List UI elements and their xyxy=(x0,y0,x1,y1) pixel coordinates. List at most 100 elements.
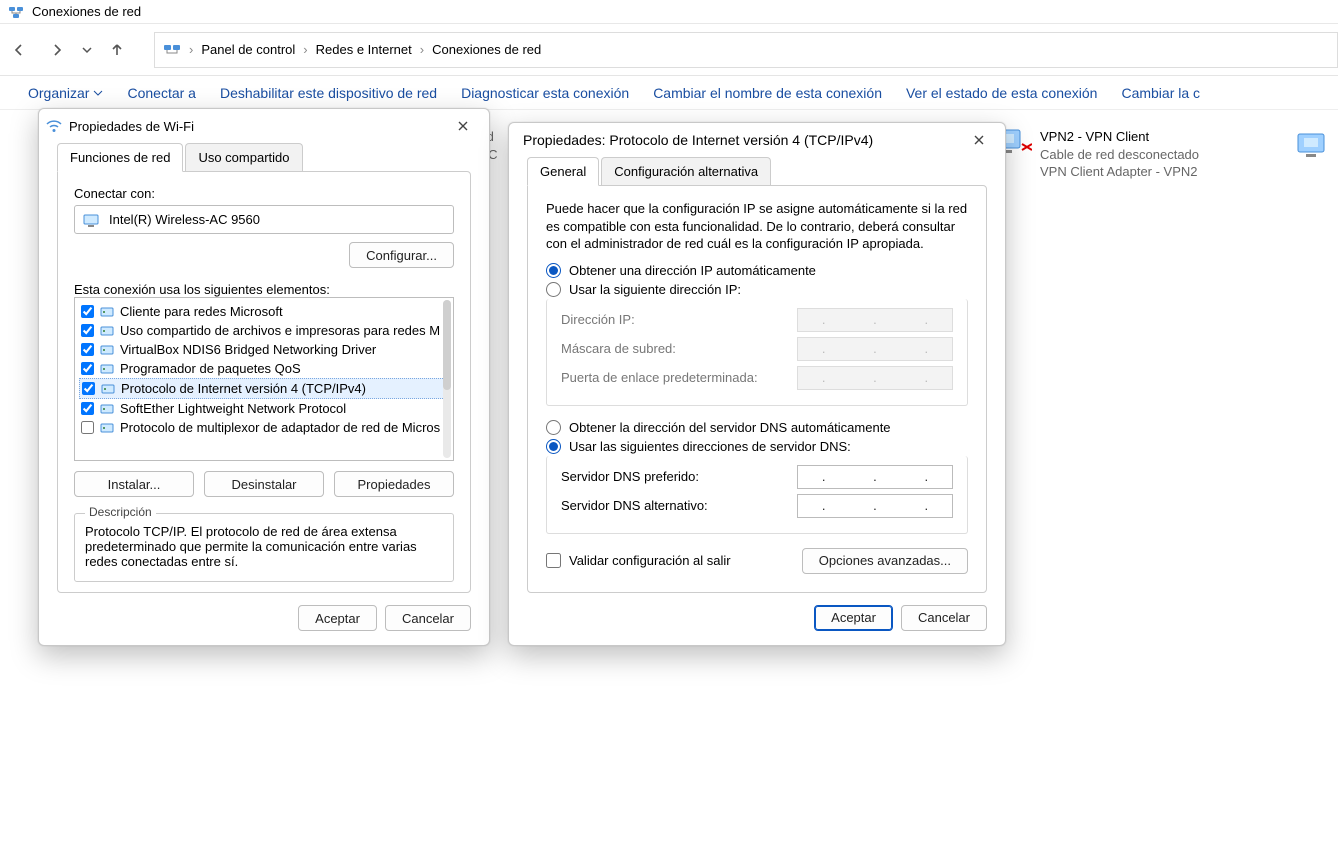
radio-dns-manual-input[interactable] xyxy=(546,439,561,454)
component-label: Protocolo de Internet versión 4 (TCP/IPv… xyxy=(121,381,366,396)
network-adapter-icon xyxy=(1296,132,1336,166)
connection-name: VPN2 - VPN Client xyxy=(1040,128,1199,146)
component-row[interactable]: VirtualBox NDIS6 Bridged Networking Driv… xyxy=(79,340,449,359)
wifi-properties-dialog: Propiedades de Wi-Fi Funciones de red Us… xyxy=(38,108,490,646)
protocol-icon xyxy=(101,382,115,396)
network-folder-icon xyxy=(8,4,24,20)
component-checkbox[interactable] xyxy=(81,305,94,318)
radio-ip-manual-input[interactable] xyxy=(546,282,561,297)
scrollbar[interactable] xyxy=(443,300,451,458)
cancel-button[interactable]: Cancelar xyxy=(385,605,471,631)
component-row[interactable]: Uso compartido de archivos e impresoras … xyxy=(79,321,449,340)
accept-button[interactable]: Aceptar xyxy=(298,605,377,631)
description-text: Protocolo TCP/IP. El protocolo de red de… xyxy=(85,524,443,569)
radio-ip-manual[interactable]: Usar la siguiente dirección IP: xyxy=(546,282,968,297)
component-row[interactable]: Programador de paquetes QoS xyxy=(79,359,449,378)
connection-device: VPN Client Adapter - VPN2 xyxy=(1040,163,1199,181)
configure-button[interactable]: Configurar... xyxy=(349,242,454,268)
checkbox-validate-input[interactable] xyxy=(546,553,561,568)
label-dns-preferred: Servidor DNS preferido: xyxy=(561,469,797,484)
breadcrumb-item[interactable]: Conexiones de red xyxy=(432,42,541,57)
breadcrumb-item[interactable]: Redes e Internet xyxy=(316,42,412,57)
component-row[interactable]: Cliente para redes Microsoft xyxy=(79,302,449,321)
advanced-button[interactable]: Opciones avanzadas... xyxy=(802,548,968,574)
input-dns-preferred[interactable]: ... xyxy=(797,465,953,489)
label-dns-alternate: Servidor DNS alternativo: xyxy=(561,498,797,513)
dialog-title: Propiedades: Protocolo de Internet versi… xyxy=(515,132,959,148)
wifi-icon xyxy=(45,117,63,135)
radio-ip-auto-input[interactable] xyxy=(546,263,561,278)
accept-button[interactable]: Aceptar xyxy=(814,605,893,631)
adapter-icon xyxy=(83,213,101,227)
adapter-box: Intel(R) Wireless-AC 9560 xyxy=(74,205,454,234)
window-title: Conexiones de red xyxy=(32,4,141,19)
component-row[interactable]: SoftEther Lightweight Network Protocol xyxy=(79,399,449,418)
radio-ip-auto[interactable]: Obtener una dirección IP automáticamente xyxy=(546,263,968,278)
uninstall-button[interactable]: Desinstalar xyxy=(204,471,324,497)
tab-sharing[interactable]: Uso compartido xyxy=(185,143,302,172)
component-checkbox[interactable] xyxy=(81,402,94,415)
components-label: Esta conexión usa los siguientes element… xyxy=(74,282,454,297)
cmd-connect[interactable]: Conectar a xyxy=(127,85,195,101)
nav-recent[interactable] xyxy=(76,31,98,69)
tab-network-functions[interactable]: Funciones de red xyxy=(57,143,183,172)
component-label: VirtualBox NDIS6 Bridged Networking Driv… xyxy=(120,342,376,357)
label-gateway: Puerta de enlace predeterminada: xyxy=(561,370,797,385)
tab-general[interactable]: General xyxy=(527,157,599,186)
scrollbar-thumb[interactable] xyxy=(443,300,451,390)
label-subnet-mask: Máscara de subred: xyxy=(561,341,797,356)
description-legend: Descripción xyxy=(85,505,156,519)
cmd-disable[interactable]: Deshabilitar este dispositivo de red xyxy=(220,85,437,101)
tab-alternate-config[interactable]: Configuración alternativa xyxy=(601,157,771,186)
cmd-organize[interactable]: Organizar xyxy=(28,85,103,101)
component-checkbox[interactable] xyxy=(81,343,94,356)
protocol-icon xyxy=(100,324,114,338)
component-checkbox[interactable] xyxy=(81,362,94,375)
cmd-diagnose[interactable]: Diagnosticar esta conexión xyxy=(461,85,629,101)
protocol-icon xyxy=(100,421,114,435)
nav-up[interactable] xyxy=(98,31,136,69)
protocol-icon xyxy=(100,362,114,376)
breadcrumb-icon xyxy=(163,41,181,59)
input-subnet-mask: ... xyxy=(797,337,953,361)
install-button[interactable]: Instalar... xyxy=(74,471,194,497)
connection-status: Cable de red desconectado xyxy=(1040,146,1199,164)
radio-dns-auto-input[interactable] xyxy=(546,420,561,435)
properties-button[interactable]: Propiedades xyxy=(334,471,454,497)
protocol-icon xyxy=(100,305,114,319)
component-checkbox[interactable] xyxy=(82,382,95,395)
adapter-name: Intel(R) Wireless-AC 9560 xyxy=(109,212,260,227)
cmd-rename[interactable]: Cambiar el nombre de esta conexión xyxy=(653,85,882,101)
cancel-button[interactable]: Cancelar xyxy=(901,605,987,631)
component-label: Cliente para redes Microsoft xyxy=(120,304,283,319)
component-row[interactable]: Protocolo de Internet versión 4 (TCP/IPv… xyxy=(79,378,449,399)
dialog-title: Propiedades de Wi-Fi xyxy=(69,119,443,134)
component-row[interactable]: Protocolo de multiplexor de adaptador de… xyxy=(79,418,449,437)
cmd-status[interactable]: Ver el estado de esta conexión xyxy=(906,85,1097,101)
checkbox-validate[interactable]: Validar configuración al salir xyxy=(546,553,731,568)
cmd-change[interactable]: Cambiar la c xyxy=(1121,85,1200,101)
component-checkbox[interactable] xyxy=(81,324,94,337)
component-checkbox[interactable] xyxy=(81,421,94,434)
close-button[interactable] xyxy=(443,111,483,141)
close-button[interactable] xyxy=(959,125,999,155)
breadcrumb-item[interactable]: Panel de control xyxy=(201,42,295,57)
nav-forward[interactable] xyxy=(38,31,76,69)
component-label: Protocolo de multiplexor de adaptador de… xyxy=(120,420,440,435)
protocol-icon xyxy=(100,343,114,357)
nav-back[interactable] xyxy=(0,31,38,69)
components-list[interactable]: Cliente para redes Microsoft Uso comparti… xyxy=(74,297,454,461)
input-gateway: ... xyxy=(797,366,953,390)
input-dns-alternate[interactable]: ... xyxy=(797,494,953,518)
input-ip-address: ... xyxy=(797,308,953,332)
protocol-icon xyxy=(100,402,114,416)
connection-item-vpn2[interactable]: VPN2 - VPN Client Cable de red desconect… xyxy=(992,128,1292,181)
label-ip-address: Dirección IP: xyxy=(561,312,797,327)
radio-dns-manual[interactable]: Usar las siguientes direcciones de servi… xyxy=(546,439,968,454)
component-label: Uso compartido de archivos e impresoras … xyxy=(120,323,440,338)
component-label: Programador de paquetes QoS xyxy=(120,361,301,376)
radio-dns-auto[interactable]: Obtener la dirección del servidor DNS au… xyxy=(546,420,968,435)
breadcrumb[interactable]: › Panel de control › Redes e Internet › … xyxy=(154,32,1338,68)
ipv4-properties-dialog: Propiedades: Protocolo de Internet versi… xyxy=(508,122,1006,646)
intro-text: Puede hacer que la configuración IP se a… xyxy=(546,200,968,253)
